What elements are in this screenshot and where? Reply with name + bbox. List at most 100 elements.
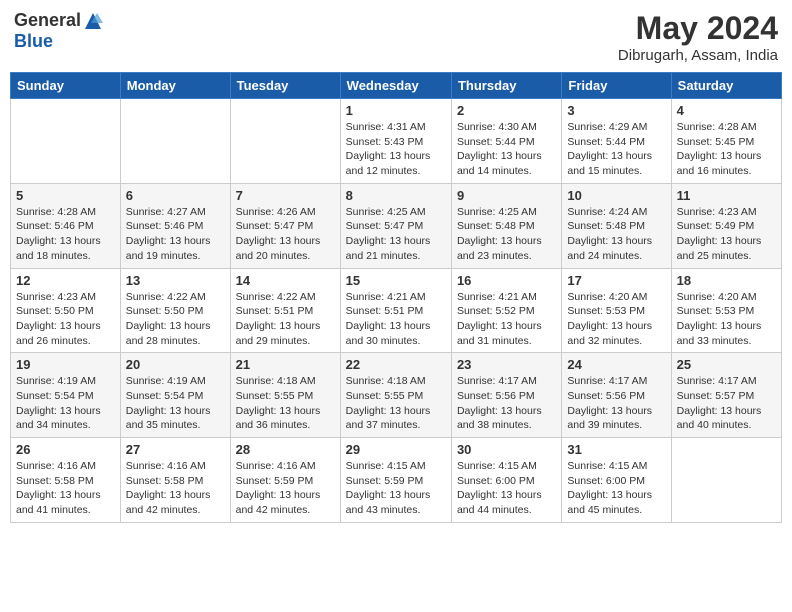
- calendar-cell: 5 Sunrise: 4:28 AM Sunset: 5:46 PM Daylig…: [11, 183, 121, 268]
- day-number: 28: [236, 442, 335, 457]
- calendar-cell: 16 Sunrise: 4:21 AM Sunset: 5:52 PM Dayli…: [451, 268, 561, 353]
- day-info: Sunrise: 4:18 AM Sunset: 5:55 PM Dayligh…: [236, 374, 335, 433]
- calendar-table: SundayMondayTuesdayWednesdayThursdayFrid…: [10, 72, 782, 523]
- calendar-cell: 25 Sunrise: 4:17 AM Sunset: 5:57 PM Dayli…: [671, 353, 781, 438]
- day-number: 14: [236, 273, 335, 288]
- weekday-header-wednesday: Wednesday: [340, 73, 451, 99]
- weekday-header-thursday: Thursday: [451, 73, 561, 99]
- calendar-cell: [11, 99, 121, 184]
- day-number: 12: [16, 273, 115, 288]
- calendar-cell: 3 Sunrise: 4:29 AM Sunset: 5:44 PM Daylig…: [562, 99, 671, 184]
- day-info: Sunrise: 4:22 AM Sunset: 5:51 PM Dayligh…: [236, 290, 335, 349]
- calendar-cell: 6 Sunrise: 4:27 AM Sunset: 5:46 PM Daylig…: [120, 183, 230, 268]
- day-info: Sunrise: 4:17 AM Sunset: 5:57 PM Dayligh…: [677, 374, 776, 433]
- weekday-header-friday: Friday: [562, 73, 671, 99]
- calendar-cell: 15 Sunrise: 4:21 AM Sunset: 5:51 PM Dayli…: [340, 268, 451, 353]
- day-info: Sunrise: 4:26 AM Sunset: 5:47 PM Dayligh…: [236, 205, 335, 264]
- day-number: 24: [567, 357, 665, 372]
- day-number: 25: [677, 357, 776, 372]
- day-number: 3: [567, 103, 665, 118]
- day-number: 18: [677, 273, 776, 288]
- title-section: May 2024 Dibrugarh, Assam, India: [618, 10, 778, 64]
- day-info: Sunrise: 4:30 AM Sunset: 5:44 PM Dayligh…: [457, 120, 556, 179]
- day-info: Sunrise: 4:20 AM Sunset: 5:53 PM Dayligh…: [677, 290, 776, 349]
- day-info: Sunrise: 4:27 AM Sunset: 5:46 PM Dayligh…: [126, 205, 225, 264]
- day-info: Sunrise: 4:19 AM Sunset: 5:54 PM Dayligh…: [126, 374, 225, 433]
- day-number: 8: [346, 188, 446, 203]
- page-header: General Blue May 2024 Dibrugarh, Assam, …: [10, 10, 782, 64]
- logo: General Blue: [14, 10, 103, 52]
- day-info: Sunrise: 4:17 AM Sunset: 5:56 PM Dayligh…: [457, 374, 556, 433]
- calendar-week-row: 1 Sunrise: 4:31 AM Sunset: 5:43 PM Daylig…: [11, 99, 782, 184]
- calendar-week-row: 26Sunrise: 4:16 AM Sunset: 5:58 PM Dayli…: [11, 438, 782, 523]
- day-info: Sunrise: 4:21 AM Sunset: 5:51 PM Dayligh…: [346, 290, 446, 349]
- calendar-cell: 9 Sunrise: 4:25 AM Sunset: 5:48 PM Daylig…: [451, 183, 561, 268]
- logo-blue-text: Blue: [14, 31, 53, 52]
- calendar-cell: 12Sunrise: 4:23 AM Sunset: 5:50 PM Dayli…: [11, 268, 121, 353]
- day-number: 21: [236, 357, 335, 372]
- day-info: Sunrise: 4:28 AM Sunset: 5:46 PM Dayligh…: [16, 205, 115, 264]
- day-number: 2: [457, 103, 556, 118]
- day-info: Sunrise: 4:29 AM Sunset: 5:44 PM Dayligh…: [567, 120, 665, 179]
- calendar-cell: 23Sunrise: 4:17 AM Sunset: 5:56 PM Dayli…: [451, 353, 561, 438]
- calendar-cell: 2 Sunrise: 4:30 AM Sunset: 5:44 PM Daylig…: [451, 99, 561, 184]
- day-info: Sunrise: 4:21 AM Sunset: 5:52 PM Dayligh…: [457, 290, 556, 349]
- day-info: Sunrise: 4:23 AM Sunset: 5:49 PM Dayligh…: [677, 205, 776, 264]
- day-info: Sunrise: 4:25 AM Sunset: 5:47 PM Dayligh…: [346, 205, 446, 264]
- day-info: Sunrise: 4:16 AM Sunset: 5:58 PM Dayligh…: [16, 459, 115, 518]
- day-number: 9: [457, 188, 556, 203]
- calendar-cell: 31Sunrise: 4:15 AM Sunset: 6:00 PM Dayli…: [562, 438, 671, 523]
- day-number: 13: [126, 273, 225, 288]
- day-info: Sunrise: 4:20 AM Sunset: 5:53 PM Dayligh…: [567, 290, 665, 349]
- calendar-cell: 28Sunrise: 4:16 AM Sunset: 5:59 PM Dayli…: [230, 438, 340, 523]
- calendar-cell: 8 Sunrise: 4:25 AM Sunset: 5:47 PM Daylig…: [340, 183, 451, 268]
- day-info: Sunrise: 4:15 AM Sunset: 5:59 PM Dayligh…: [346, 459, 446, 518]
- calendar-week-row: 19 Sunrise: 4:19 AM Sunset: 5:54 PM Dayli…: [11, 353, 782, 438]
- calendar-cell: 30 Sunrise: 4:15 AM Sunset: 6:00 PM Dayli…: [451, 438, 561, 523]
- calendar-cell: 7 Sunrise: 4:26 AM Sunset: 5:47 PM Daylig…: [230, 183, 340, 268]
- calendar-cell: 24 Sunrise: 4:17 AM Sunset: 5:56 PM Dayli…: [562, 353, 671, 438]
- day-number: 30: [457, 442, 556, 457]
- calendar-cell: 29Sunrise: 4:15 AM Sunset: 5:59 PM Dayli…: [340, 438, 451, 523]
- calendar-cell: [671, 438, 781, 523]
- day-number: 19: [16, 357, 115, 372]
- calendar-cell: 18 Sunrise: 4:20 AM Sunset: 5:53 PM Dayli…: [671, 268, 781, 353]
- logo-general-text: General: [14, 10, 81, 31]
- day-info: Sunrise: 4:25 AM Sunset: 5:48 PM Dayligh…: [457, 205, 556, 264]
- day-number: 6: [126, 188, 225, 203]
- calendar-week-row: 12Sunrise: 4:23 AM Sunset: 5:50 PM Dayli…: [11, 268, 782, 353]
- weekday-header-sunday: Sunday: [11, 73, 121, 99]
- day-info: Sunrise: 4:24 AM Sunset: 5:48 PM Dayligh…: [567, 205, 665, 264]
- day-info: Sunrise: 4:28 AM Sunset: 5:45 PM Dayligh…: [677, 120, 776, 179]
- calendar-cell: [230, 99, 340, 184]
- day-number: 17: [567, 273, 665, 288]
- calendar-cell: 26Sunrise: 4:16 AM Sunset: 5:58 PM Dayli…: [11, 438, 121, 523]
- calendar-cell: 14 Sunrise: 4:22 AM Sunset: 5:51 PM Dayli…: [230, 268, 340, 353]
- day-number: 15: [346, 273, 446, 288]
- day-info: Sunrise: 4:18 AM Sunset: 5:55 PM Dayligh…: [346, 374, 446, 433]
- day-number: 7: [236, 188, 335, 203]
- day-number: 1: [346, 103, 446, 118]
- calendar-cell: 22 Sunrise: 4:18 AM Sunset: 5:55 PM Dayli…: [340, 353, 451, 438]
- logo-icon: [83, 11, 103, 31]
- day-info: Sunrise: 4:22 AM Sunset: 5:50 PM Dayligh…: [126, 290, 225, 349]
- calendar-cell: 4 Sunrise: 4:28 AM Sunset: 5:45 PM Daylig…: [671, 99, 781, 184]
- day-number: 4: [677, 103, 776, 118]
- weekday-header-tuesday: Tuesday: [230, 73, 340, 99]
- day-info: Sunrise: 4:31 AM Sunset: 5:43 PM Dayligh…: [346, 120, 446, 179]
- day-number: 27: [126, 442, 225, 457]
- day-number: 5: [16, 188, 115, 203]
- calendar-cell: [120, 99, 230, 184]
- day-info: Sunrise: 4:17 AM Sunset: 5:56 PM Dayligh…: [567, 374, 665, 433]
- calendar-cell: 13 Sunrise: 4:22 AM Sunset: 5:50 PM Dayli…: [120, 268, 230, 353]
- day-number: 22: [346, 357, 446, 372]
- calendar-cell: 17 Sunrise: 4:20 AM Sunset: 5:53 PM Dayli…: [562, 268, 671, 353]
- day-info: Sunrise: 4:16 AM Sunset: 5:58 PM Dayligh…: [126, 459, 225, 518]
- calendar-cell: 20 Sunrise: 4:19 AM Sunset: 5:54 PM Dayli…: [120, 353, 230, 438]
- day-number: 16: [457, 273, 556, 288]
- calendar-cell: 21 Sunrise: 4:18 AM Sunset: 5:55 PM Dayli…: [230, 353, 340, 438]
- day-number: 20: [126, 357, 225, 372]
- day-number: 31: [567, 442, 665, 457]
- day-info: Sunrise: 4:15 AM Sunset: 6:00 PM Dayligh…: [457, 459, 556, 518]
- month-year-title: May 2024: [618, 10, 778, 47]
